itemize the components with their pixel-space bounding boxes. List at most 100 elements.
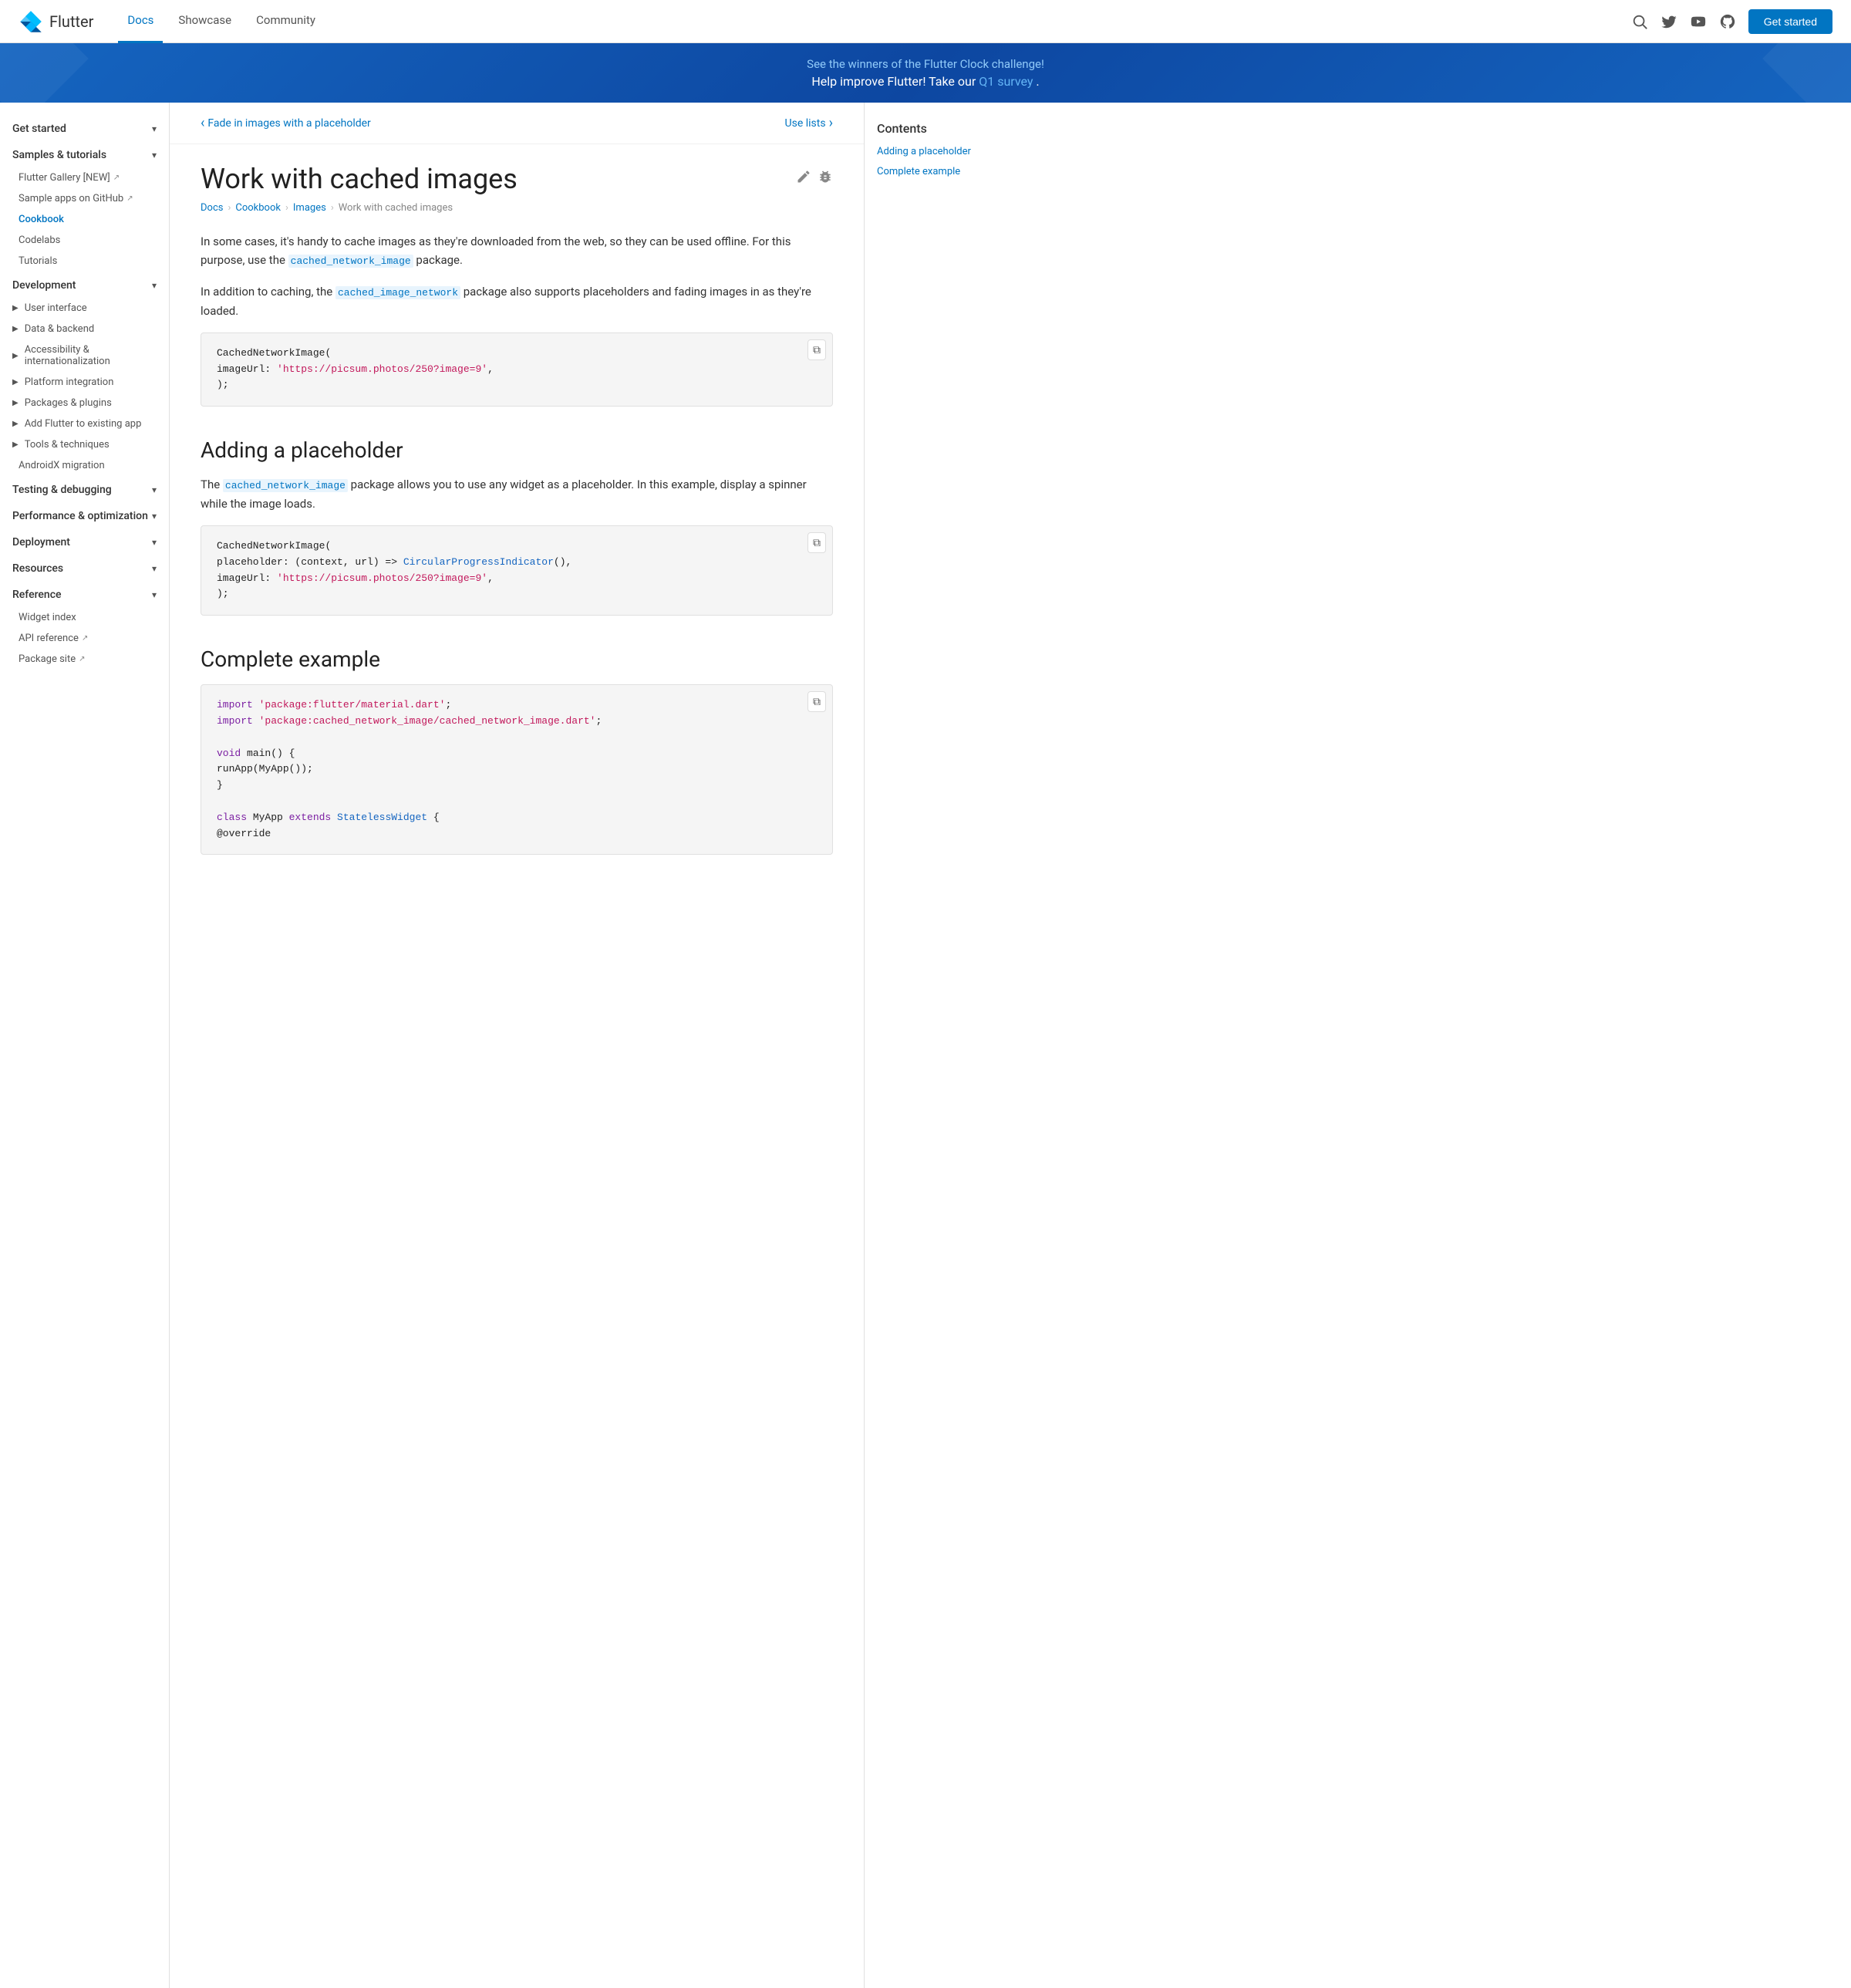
banner-line1: See the winners of the Flutter Clock cha…	[19, 57, 1832, 71]
content-area: Work with cached images Docs › Cookbook …	[170, 144, 864, 892]
chevron-samples: ▾	[152, 150, 157, 160]
flutter-logo-icon	[19, 9, 43, 34]
next-page-link[interactable]: Use lists	[785, 115, 833, 131]
sidebar-section-deployment[interactable]: Deployment ▾	[0, 528, 169, 555]
copy-button-3[interactable]: ⧉	[807, 691, 826, 712]
twitter-icon[interactable]	[1661, 13, 1677, 30]
sidebar-section-get-started[interactable]: Get started ▾	[0, 115, 169, 141]
sidebar-api-reference[interactable]: API reference ↗	[0, 628, 169, 649]
code-line-2-1: CachedNetworkImage(	[217, 538, 817, 555]
nav-community[interactable]: Community	[247, 0, 325, 43]
expand-icon2: ▶	[12, 325, 19, 333]
search-icon[interactable]	[1631, 13, 1648, 30]
chevron-development: ▾	[152, 280, 157, 291]
youtube-icon[interactable]	[1690, 13, 1707, 30]
breadcrumb-docs[interactable]: Docs	[201, 202, 223, 214]
page-layout: Get started ▾ Samples & tutorials ▾ Flut…	[0, 103, 1851, 1988]
github-icon[interactable]	[1719, 13, 1736, 30]
intro-para2: In addition to caching, the cached_image…	[201, 282, 833, 320]
page-title: Work with cached images	[201, 163, 518, 196]
main-nav: Docs Showcase Community	[118, 0, 1630, 43]
sidebar-accessibility[interactable]: ▶ Accessibility & internationalization	[0, 339, 169, 372]
nav-docs[interactable]: Docs	[118, 0, 163, 43]
code-line-3-2: import 'package:cached_network_image/cac…	[217, 714, 817, 730]
code-line-3-6: }	[217, 778, 817, 794]
contents-link-1[interactable]: Adding a placeholder	[877, 145, 1006, 159]
section-adding-placeholder: Adding a placeholder	[201, 431, 833, 463]
code-line-1-3: );	[217, 377, 817, 393]
sidebar-sample-apps[interactable]: Sample apps on GitHub ↗	[0, 188, 169, 209]
sidebar-section-resources[interactable]: Resources ▾	[0, 555, 169, 581]
expand-icon4: ▶	[12, 378, 19, 386]
expand-icon3: ▶	[12, 352, 19, 360]
sidebar-user-interface[interactable]: ▶ User interface	[0, 298, 169, 319]
code-line-2-4: );	[217, 586, 817, 602]
edit-icon[interactable]	[796, 169, 811, 184]
chevron-resources: ▾	[152, 563, 157, 574]
sidebar-tutorials[interactable]: Tutorials	[0, 251, 169, 272]
sidebar-section-development[interactable]: Development ▾	[0, 272, 169, 298]
breadcrumb-images[interactable]: Images	[293, 202, 326, 214]
sidebar-flutter-gallery[interactable]: Flutter Gallery [NEW] ↗	[0, 167, 169, 188]
sidebar-cookbook[interactable]: Cookbook	[0, 209, 169, 230]
banner-line2-suffix: .	[1036, 74, 1039, 89]
breadcrumb-sep3: ›	[331, 202, 334, 214]
cached-network-image-link1[interactable]: cached_network_image	[288, 255, 413, 268]
copy-button-2[interactable]: ⧉	[807, 532, 826, 553]
sidebar-section-samples[interactable]: Samples & tutorials ▾	[0, 141, 169, 167]
breadcrumb: Docs › Cookbook › Images › Work with cac…	[201, 202, 833, 214]
nav-showcase[interactable]: Showcase	[169, 0, 241, 43]
sidebar-section-performance[interactable]: Performance & optimization ▾	[0, 502, 169, 528]
prev-page-link[interactable]: Fade in images with a placeholder	[201, 115, 371, 131]
code-line-3-8: class MyApp extends StatelessWidget {	[217, 810, 817, 826]
flutter-logo[interactable]: Flutter	[19, 9, 93, 34]
banner-survey-link[interactable]: Q1 survey	[979, 74, 1033, 89]
breadcrumb-cookbook[interactable]: Cookbook	[235, 202, 281, 214]
sidebar-packages-plugins[interactable]: ▶ Packages & plugins	[0, 393, 169, 413]
sidebar-data-backend[interactable]: ▶ Data & backend	[0, 319, 169, 339]
code-line-2-3: imageUrl: 'https://picsum.photos/250?ima…	[217, 571, 817, 587]
chevron-testing: ▾	[152, 484, 157, 495]
contents-link-2[interactable]: Complete example	[877, 165, 1006, 179]
chevron-performance: ▾	[152, 511, 157, 521]
intro-para2-text: In addition to caching, the	[201, 285, 335, 299]
breadcrumb-sep1: ›	[228, 202, 231, 214]
section-complete-example: Complete example	[201, 640, 833, 672]
breadcrumb-sep2: ›	[285, 202, 288, 214]
external-link-icon3: ↗	[82, 634, 88, 643]
sidebar-section-testing[interactable]: Testing & debugging ▾	[0, 476, 169, 502]
sidebar-codelabs[interactable]: Codelabs	[0, 230, 169, 251]
expand-icon5: ▶	[12, 399, 19, 407]
code-line-1-1: CachedNetworkImage(	[217, 346, 817, 362]
external-link-icon2: ↗	[126, 194, 133, 203]
copy-button-1[interactable]: ⧉	[807, 339, 826, 360]
sidebar-androidx[interactable]: AndroidX migration	[0, 455, 169, 476]
code-line-3-4: void main() {	[217, 746, 817, 762]
sidebar-tools-techniques[interactable]: ▶ Tools & techniques	[0, 434, 169, 455]
get-started-button[interactable]: Get started	[1748, 9, 1832, 34]
sidebar-platform-integration[interactable]: ▶ Platform integration	[0, 372, 169, 393]
sidebar-section-reference[interactable]: Reference ▾	[0, 581, 169, 607]
page-title-icons	[796, 169, 833, 184]
header-actions: Get started	[1631, 9, 1832, 34]
code-line-3-9: @override	[217, 826, 817, 842]
sidebar-package-site[interactable]: Package site ↗	[0, 649, 169, 670]
chevron-deployment: ▾	[152, 537, 157, 548]
section1-link[interactable]: cached_network_image	[223, 479, 348, 492]
code-line-3-3	[217, 730, 817, 746]
banner-line2-text: Help improve Flutter! Take our	[811, 74, 979, 89]
code-line-3-5: runApp(MyApp());	[217, 761, 817, 778]
code-block-1: ⧉ CachedNetworkImage( imageUrl: 'https:/…	[201, 332, 833, 407]
intro-para1: In some cases, it's handy to cache image…	[201, 232, 833, 270]
code-line-1-2: imageUrl: 'https://picsum.photos/250?ima…	[217, 362, 817, 378]
expand-icon6: ▶	[12, 420, 19, 428]
cached-image-network-link[interactable]: cached_image_network	[335, 286, 460, 299]
page-navigation: Fade in images with a placeholder Use li…	[170, 103, 864, 144]
chevron-get-started: ▾	[152, 123, 157, 134]
breadcrumb-current: Work with cached images	[339, 202, 453, 214]
sidebar-add-flutter[interactable]: ▶ Add Flutter to existing app	[0, 413, 169, 434]
section1-intro: The cached_network_image package allows …	[201, 475, 833, 513]
sidebar-widget-index[interactable]: Widget index	[0, 607, 169, 628]
bug-icon[interactable]	[818, 169, 833, 184]
code-line-3-1: import 'package:flutter/material.dart';	[217, 697, 817, 714]
